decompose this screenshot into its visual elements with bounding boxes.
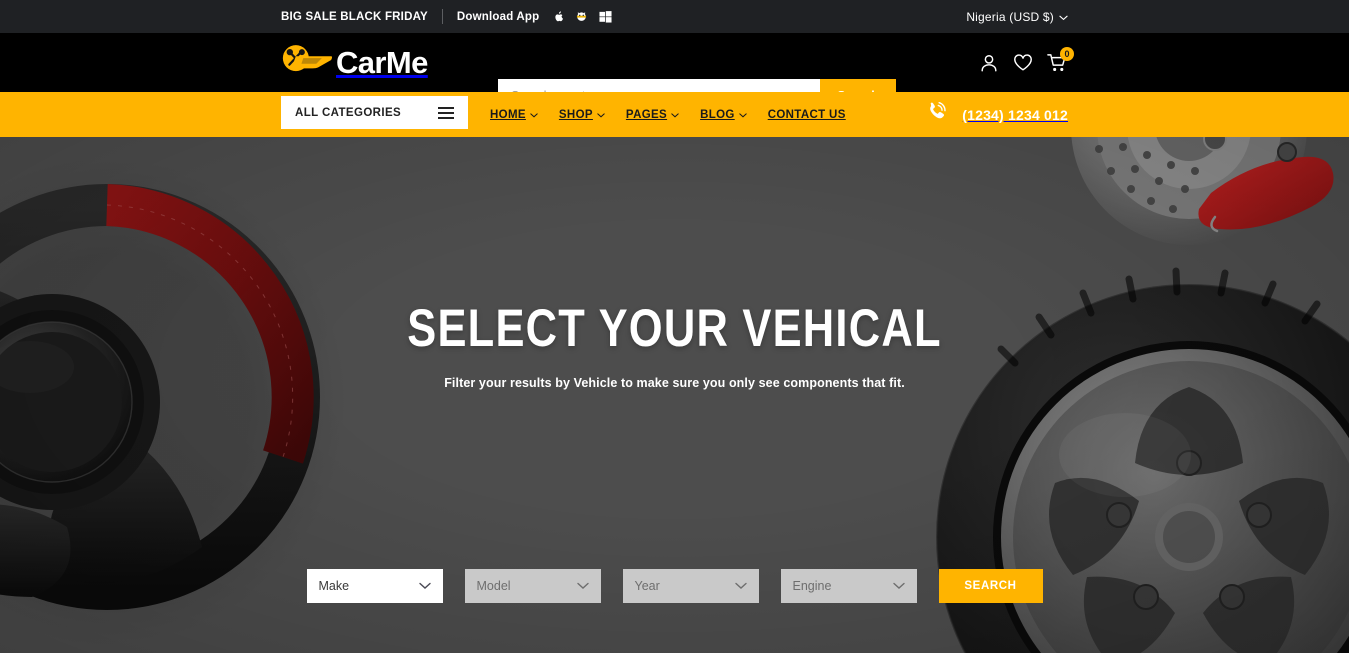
make-select-value: Make <box>318 579 350 593</box>
chevron-down-icon <box>734 582 747 590</box>
platform-icon-group <box>552 10 612 24</box>
year-select-value: Year <box>634 579 660 593</box>
chevron-down-icon <box>418 582 431 590</box>
all-categories-button[interactable]: ALL CATEGORIES <box>281 96 468 129</box>
nav-label: PAGES <box>625 108 668 121</box>
logo-text: CarMe <box>336 45 428 80</box>
car-tools-emblem-icon <box>281 43 333 82</box>
divider <box>441 9 443 24</box>
page-root: BIG SALE BLACK FRIDAY Download App Niger… <box>0 0 1349 653</box>
promo-text: BIG SALE BLACK FRIDAY <box>281 10 428 23</box>
chevron-down-icon <box>576 582 589 590</box>
nav-label: HOME <box>490 108 526 121</box>
account-icon[interactable] <box>979 53 999 73</box>
apple-icon[interactable] <box>552 10 564 24</box>
site-logo[interactable]: CarMe <box>281 43 428 82</box>
nav-item-blog[interactable]: BLOG <box>700 109 747 121</box>
announcement-bar: BIG SALE BLACK FRIDAY Download App Niger… <box>0 0 1349 33</box>
currency-label: Nigeria (USD $) <box>966 9 1054 24</box>
vehicle-search-button[interactable]: SEARCH <box>938 569 1043 603</box>
engine-select[interactable]: Engine <box>780 569 917 603</box>
cart-icon[interactable]: 0 <box>1047 46 1074 73</box>
main-navigation-bar: ALL CATEGORIES HOME SHOP PAGES BLOG CONT… <box>0 92 1349 137</box>
hero-title: SELECT YOUR VEHICAL <box>407 299 942 358</box>
hamburger-icon <box>438 106 454 119</box>
header-icon-group: 0 <box>979 46 1074 73</box>
make-select[interactable]: Make <box>306 569 443 603</box>
site-header: CarMe Search 0 <box>0 33 1349 112</box>
chevron-down-icon <box>892 582 905 590</box>
download-app-label: Download App <box>456 10 540 23</box>
hero-text-block: SELECT YOUR VEHICAL Filter your results … <box>0 137 1349 390</box>
hero-section: SELECT YOUR VEHICAL Filter your results … <box>0 137 1349 653</box>
chevron-down-icon <box>671 109 679 121</box>
announcement-left-group: BIG SALE BLACK FRIDAY Download App <box>281 9 612 24</box>
nav-item-home[interactable]: HOME <box>490 109 538 121</box>
android-icon[interactable] <box>575 10 588 24</box>
phone-link[interactable]: (1234) 1234 012 <box>924 99 1068 130</box>
windows-icon[interactable] <box>599 10 612 23</box>
chevron-down-icon <box>597 109 605 121</box>
vehicle-filter-row: Make Model Year Engine SEARCH <box>0 569 1349 603</box>
hero-subtitle: Filter your results by Vehicle to make s… <box>444 376 905 390</box>
engine-select-value: Engine <box>792 579 832 593</box>
model-select-value: Model <box>476 579 511 593</box>
cart-count-badge: 0 <box>1060 46 1074 61</box>
nav-item-pages[interactable]: PAGES <box>626 109 679 121</box>
phone-ringing-icon <box>924 99 950 130</box>
nav-label: CONTACT US <box>767 108 846 121</box>
nav-item-contact-us[interactable]: CONTACT US <box>768 109 846 121</box>
nav-item-shop[interactable]: SHOP <box>559 109 605 121</box>
nav-label: SHOP <box>558 108 593 121</box>
phone-number: (1234) 1234 012 <box>962 106 1068 123</box>
chevron-down-icon <box>530 109 538 121</box>
all-categories-label: ALL CATEGORIES <box>295 106 402 119</box>
wishlist-heart-icon[interactable] <box>1013 53 1033 72</box>
chevron-down-icon <box>738 109 747 121</box>
chevron-down-icon <box>1059 10 1068 24</box>
model-select[interactable]: Model <box>464 569 601 603</box>
year-select[interactable]: Year <box>622 569 759 603</box>
currency-selector[interactable]: Nigeria (USD $) <box>966 10 1068 24</box>
nav-label: BLOG <box>700 108 735 121</box>
nav-menu: HOME SHOP PAGES BLOG CONTACT US <box>490 109 846 121</box>
